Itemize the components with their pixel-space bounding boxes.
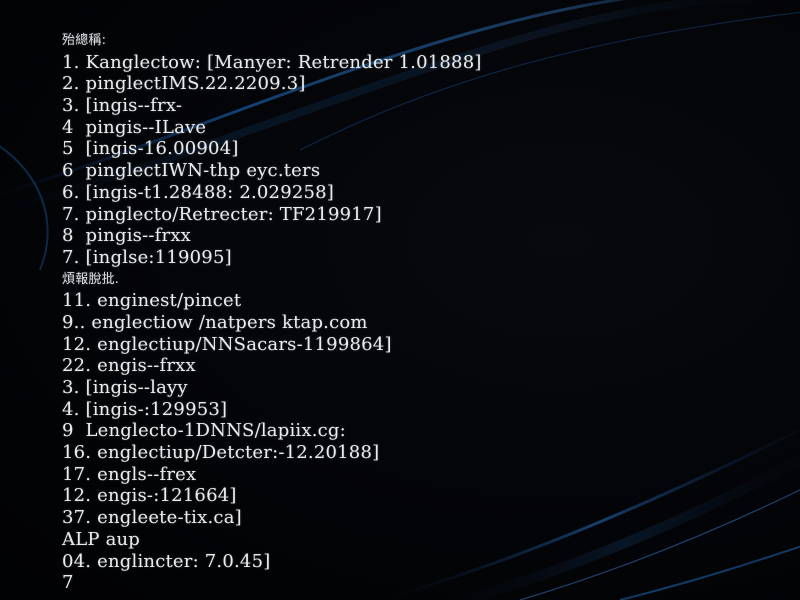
terminal-line: 6 pinglectIWN-thp eyc.ters xyxy=(62,160,321,182)
terminal-line: 1. Kanglectow: [Manyer: Retrender 1.0188… xyxy=(62,51,482,73)
terminal-line: 6. [ingis-t1.28488: 2.029258] xyxy=(62,181,335,203)
terminal-line: ALP aup xyxy=(62,528,141,550)
terminal-line: 2. pinglectIMS.22.2209.3] xyxy=(62,73,306,95)
terminal-line: 12. engis-:121664] xyxy=(62,485,237,507)
wave-bottom-thin xyxy=(519,489,800,600)
terminal-line: 4 pingis--ILave xyxy=(62,116,207,138)
wave-bottom-glow xyxy=(447,454,800,600)
terminal-section-heading: 殆總稱: xyxy=(62,33,107,48)
terminal-line: 5 [ingis-16.00904] xyxy=(62,138,239,160)
terminal-line: 22. engis--frxx xyxy=(62,355,196,377)
terminal-line: 7 xyxy=(62,572,74,594)
wave-right-corner xyxy=(619,545,800,600)
terminal-line: 3. [ingis--frx- xyxy=(62,95,183,117)
terminal-output: 殆總稱: 1. Kanglectow: [Manyer: Retrender 1.… xyxy=(62,30,482,594)
terminal-line: 8 pingis--frxx xyxy=(62,225,192,247)
terminal-line: 7. pinglecto/Retrecter: TF219917] xyxy=(62,203,382,225)
terminal-line: 17. engls--frex xyxy=(62,463,197,485)
desktop-screen: 殆總稱: 1. Kanglectow: [Manyer: Retrender 1.… xyxy=(0,0,800,600)
terminal-line: 11. enginest/pincet xyxy=(62,290,242,312)
terminal-section-heading: 煩報脫批. xyxy=(62,271,120,287)
terminal-line: 4. [ingis-:129953] xyxy=(62,398,228,420)
terminal-line: 9.. englectiow /natpers ktap.com xyxy=(62,311,368,333)
terminal-line: 3. [ingis--layy xyxy=(62,377,188,398)
terminal-line: 12. englectiup/NNSacars-1199864] xyxy=(62,333,392,355)
terminal-line: 37. engleete-tix.ca] xyxy=(62,507,242,529)
terminal-line: 9 Lenglecto-1DNNS/lapiix.cg: xyxy=(62,420,346,442)
terminal-line: 7. [inglse:119095] xyxy=(62,246,232,268)
terminal-line: 16. englectiup/Detcter:-12.20188] xyxy=(62,442,380,464)
terminal-line: 04. englincter: 7.0.45] xyxy=(62,550,271,572)
